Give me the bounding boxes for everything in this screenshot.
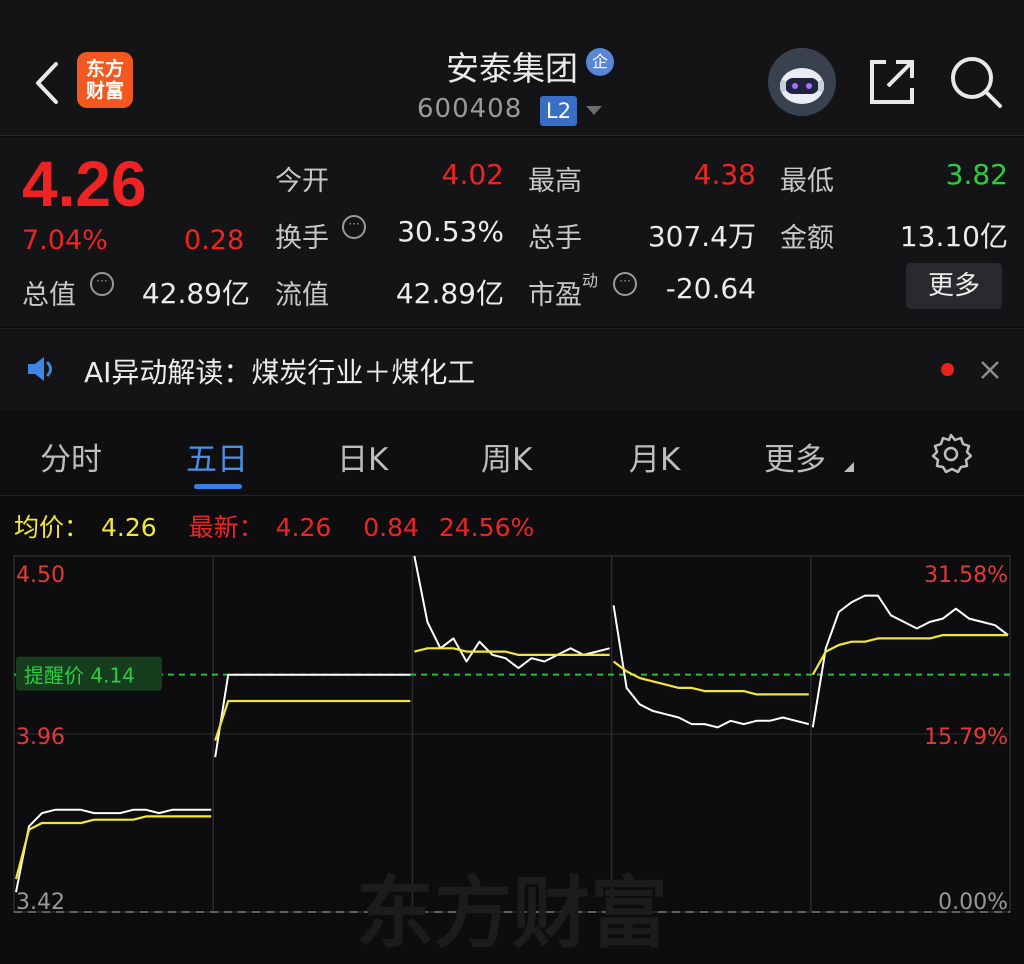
active-tab-indicator (194, 484, 242, 489)
volume-label: 总手 (528, 223, 582, 254)
gear-icon[interactable] (930, 432, 972, 474)
price-line-day-4 (612, 605, 810, 729)
avg-line-day-2 (214, 699, 411, 741)
avg-line-day-3 (414, 647, 610, 657)
tab-more[interactable]: 更多 (764, 434, 826, 479)
tab-intraday[interactable]: 分时 (40, 434, 102, 479)
ai-insight-text[interactable]: AI异动解读：煤炭行业＋煤化工 (84, 351, 475, 391)
search-icon[interactable] (948, 54, 1004, 110)
turnover-value: 30.53% (397, 215, 504, 248)
level2-badge[interactable]: L2 (540, 96, 578, 126)
pe-label: 市盈动 (528, 271, 599, 312)
y-tick-right: 15.79% (924, 725, 1008, 750)
change-amount: 0.28 (184, 225, 245, 256)
turnover-label: 换手 (275, 223, 329, 254)
low-value: 3.82 (945, 158, 1008, 191)
info-icon[interactable]: ··· (342, 215, 366, 239)
info-icon[interactable]: ··· (90, 272, 114, 296)
volume-value: 307.4万 (647, 220, 756, 253)
pe-value: -20.64 (665, 272, 756, 305)
current-price: 4.26 (22, 148, 147, 220)
avg-price-legend: 均价： 4.26 (14, 513, 169, 542)
ai-assistant-avatar-icon[interactable] (768, 48, 836, 116)
dropdown-triangle-icon (844, 462, 854, 472)
float-cap-label: 流值 (275, 280, 329, 311)
open-value: 4.02 (441, 158, 504, 191)
market-cap-value: 42.89亿 (141, 277, 250, 310)
avg-line-day-4 (612, 660, 809, 696)
amount-value: 13.10亿 (899, 220, 1008, 253)
price-line-day-3 (413, 555, 610, 670)
chart-tick-labels: 4.50 3.96 3.42 31.58% 15.79% 0.00% 提醒价 4.14 (16, 563, 1008, 915)
float-cap-value: 42.89亿 (395, 277, 504, 310)
y-tick-left: 4.50 (16, 563, 65, 588)
tab-weekly-k[interactable]: 周K (481, 434, 532, 479)
watermark: 东方财富 (356, 869, 668, 959)
chart-grid (13, 555, 1011, 913)
avg-label: 均价： (14, 513, 90, 542)
latest-label: 最新： (188, 513, 264, 542)
share-icon[interactable] (866, 56, 918, 108)
y-tick-left: 3.42 (16, 890, 65, 915)
tab-five-day[interactable]: 五日 (186, 434, 248, 479)
pe-label-text: 市盈 (528, 280, 582, 311)
tab-daily-k[interactable]: 日K (337, 434, 388, 479)
latest-value: 4.26 (275, 513, 332, 542)
avg-value: 4.26 (101, 513, 157, 542)
low-label: 最低 (780, 166, 834, 197)
chart-period-tabs: 分时 五日 日K 周K 月K 更多 (0, 410, 1024, 496)
pe-dynamic-sup: 动 (582, 271, 599, 290)
y-tick-right: 0.00% (938, 890, 1008, 915)
y-tick-left: 3.96 (16, 725, 65, 750)
enterprise-badge-icon: 企 (586, 48, 614, 76)
amount-label: 金额 (780, 223, 834, 254)
five-day-chart[interactable]: 东方财富 4.50 3.96 3.42 31.58% 15.79% 0.00% 提醒价 4.… (0, 548, 1024, 964)
open-label: 今开 (275, 166, 329, 197)
latest-change: 0.84 (363, 513, 419, 542)
price-line-day-5 (811, 594, 1009, 728)
close-icon[interactable] (977, 357, 1003, 383)
high-value: 4.38 (693, 158, 756, 191)
chart-series (14, 555, 1009, 893)
ai-insight-banner[interactable]: AI异动解读：煤炭行业＋煤化工 (0, 328, 1024, 410)
change-percent: 7.04% (22, 225, 108, 256)
y-tick-right: 31.58% (924, 563, 1008, 588)
alert-price-label: 提醒价 4.14 (24, 664, 135, 688)
speaker-icon (28, 357, 52, 381)
latest-change-pct: 24.56% (438, 513, 535, 542)
chart-legend: 均价： 4.26 最新： 4.26 0.84 24.56% (14, 508, 546, 544)
info-icon[interactable]: ··· (613, 272, 637, 296)
stock-name: 安泰集团 (446, 49, 578, 88)
tab-monthly-k[interactable]: 月K (629, 434, 680, 479)
avg-line-day-1 (14, 815, 212, 880)
top-bar: 东方 财富 安泰集团 企 600408 L2 (0, 0, 1024, 136)
more-details-button[interactable]: 更多 (906, 263, 1002, 309)
unread-dot (941, 363, 954, 376)
high-label: 最高 (528, 166, 582, 197)
quote-panel: 4.26 7.04% 0.28 今开 4.02 最高 4.38 最低 3.82 … (0, 137, 1024, 327)
price-line-day-2 (214, 673, 411, 758)
latest-price-legend: 最新： 4.26 (189, 513, 344, 542)
market-cap-label: 总值 (22, 280, 76, 311)
chevron-down-icon[interactable] (586, 106, 602, 115)
avg-line-day-5 (811, 633, 1008, 676)
stock-code: 600408 (417, 94, 523, 124)
